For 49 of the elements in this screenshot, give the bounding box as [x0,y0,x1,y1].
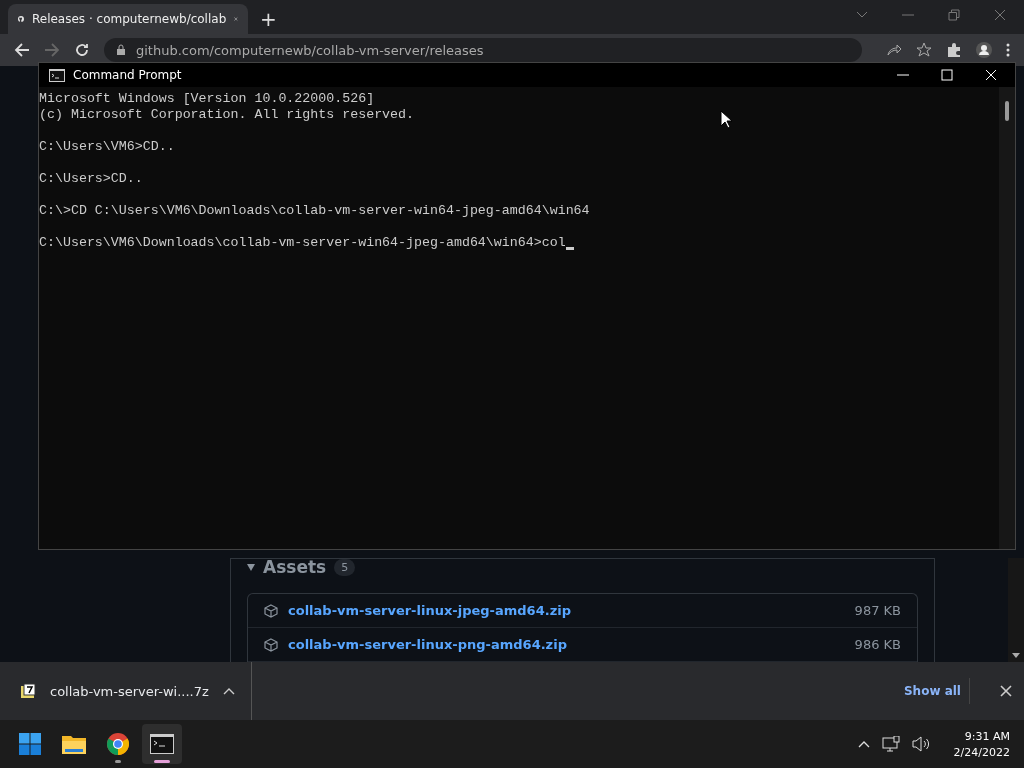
scrollbar[interactable] [999,87,1015,549]
profile-icon[interactable] [976,42,992,58]
console-line: C:\Users>CD.. [39,171,143,187]
network-icon[interactable] [881,736,900,752]
console-line: C:\Users\VM6\Downloads\collab-vm-server-win64-jpeg-amd64\win64>col [39,235,566,251]
archive-file-icon [20,683,36,699]
console-line: C:\Users\VM6>CD.. [39,139,175,155]
address-bar[interactable]: github.com/computernewb/collab-vm-server/releases [104,38,862,62]
clock-time[interactable]: 9:31 AM [964,729,1010,743]
windows-logo-icon [19,733,41,755]
taskbar-button[interactable] [142,724,182,764]
share-icon[interactable] [886,42,902,58]
tab-title: Releases · computernewb/collab [31,12,227,26]
scrollbar[interactable] [1008,558,1024,662]
maximize-icon[interactable] [941,69,953,81]
asset-count: 5 [334,558,356,576]
new-tab-button[interactable]: + [248,4,289,34]
clock-date[interactable]: 2/24/2022 [953,745,1010,759]
restore-icon[interactable] [948,9,960,21]
folder-icon [62,734,86,754]
asset-link[interactable]: collab-vm-server-linux-png-amd64.zip [288,637,567,652]
close-icon[interactable] [1000,685,1012,697]
expanded-triangle-icon[interactable] [247,563,255,571]
package-icon [264,603,278,618]
console-line: Microsoft Windows [Version 10.0.22000.526] [39,91,375,107]
caret-up-icon[interactable] [222,687,235,695]
window-title: Command Prompt [73,68,182,82]
assets-heading[interactable]: Assets [263,557,327,577]
chevron-down-icon[interactable] [856,11,868,19]
browser-tab[interactable]: Releases · computernewb/collab [8,4,248,34]
puzzle-icon[interactable] [946,42,962,58]
speaker-icon[interactable] [911,736,932,752]
reload-icon[interactable] [74,42,90,58]
terminal-icon [49,68,65,82]
package-icon [264,637,278,652]
star-icon[interactable] [916,42,932,58]
mouse-pointer-icon [720,110,732,129]
console-line: C:\>CD C:\Users\VM6\Downloads\collab-vm-server-win64-jpeg-amd64\win64 [39,203,590,219]
menu-icon[interactable] [1006,42,1010,58]
chrome-logo-icon [107,733,129,755]
terminal-icon [150,734,174,754]
back-arrow-icon[interactable] [14,42,30,58]
asset-link[interactable]: collab-vm-server-linux-jpeg-amd64.zip [288,603,571,618]
console-line: (c) Microsoft Corporation. All rights reserved. [39,107,415,123]
show-all-link[interactable]: Show all [895,678,970,704]
file-size: 987 KB [854,603,901,618]
lock-icon [116,44,126,56]
caret-up-icon[interactable] [857,740,870,748]
file-size: 986 KB [854,637,901,652]
